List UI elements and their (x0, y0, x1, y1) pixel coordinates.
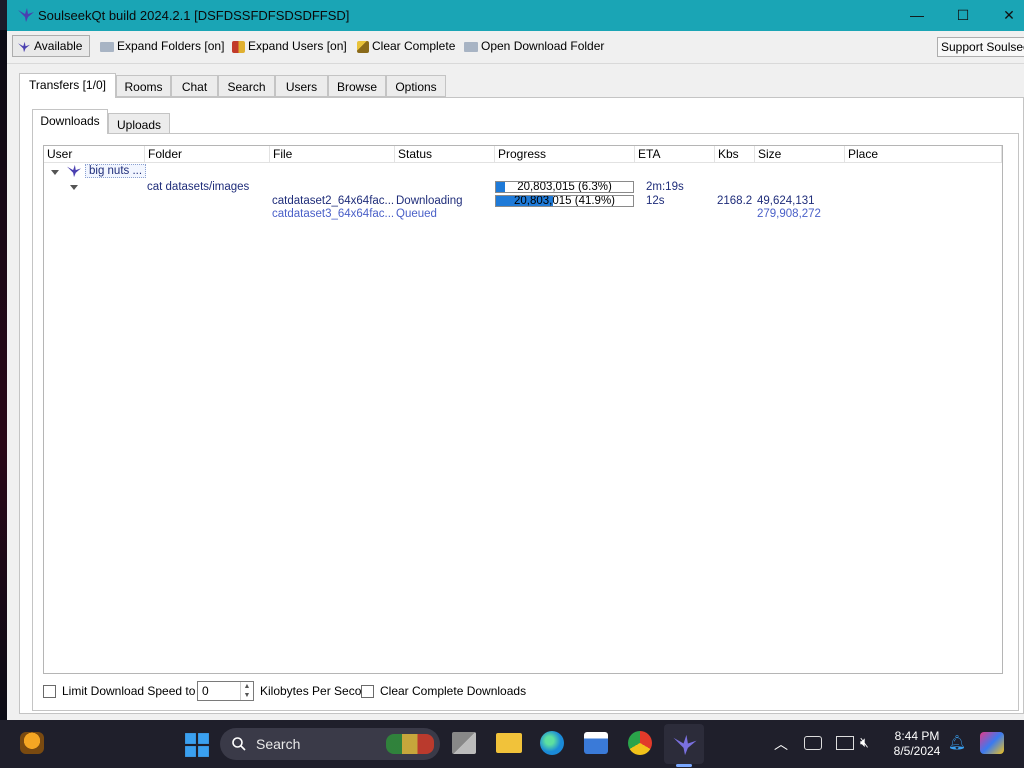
tab-uploads[interactable]: Uploads (108, 113, 170, 135)
soulseek-window: SoulseekQt build 2024.2.1 [DSFDSSFDFSDSD… (7, 0, 1024, 720)
task-view-icon[interactable] (452, 732, 476, 754)
expand-folders-button[interactable]: Expand Folders [on] (100, 36, 224, 57)
folder-icon (464, 41, 478, 52)
expand-users-label: Expand Users [on] (248, 39, 347, 53)
volume-muted-icon[interactable]: 🔇︎ (860, 734, 869, 751)
file-name[interactable]: catdataset2_64x64fac... (272, 195, 394, 207)
users-icon (232, 40, 245, 53)
download-speed-value: 0 (202, 684, 209, 698)
column-header-status[interactable]: Status (395, 146, 495, 162)
chrome-browser-icon[interactable] (628, 731, 652, 755)
soulseek-user-icon (67, 164, 81, 178)
file-progress-bar: 20,803,015 (41.9%) (495, 195, 634, 207)
available-label: Available (34, 39, 83, 53)
toolbar: Available Expand Folders [on] Expand Use… (7, 31, 1024, 64)
broom-icon (357, 40, 369, 53)
clear-complete-label: Clear Complete (372, 39, 456, 53)
open-download-folder-label: Open Download Folder (481, 39, 605, 53)
file-status: Queued (396, 208, 437, 220)
folder-icon (100, 41, 114, 52)
kilobytes-per-second-label: Kilobytes Per Second (260, 684, 375, 698)
chevron-up-icon[interactable]: ︿ (774, 734, 788, 754)
tab-users[interactable]: Users (275, 75, 328, 97)
expand-folder-chevron-icon[interactable] (70, 185, 78, 190)
file-status: Downloading (396, 195, 463, 207)
tab-transfers[interactable]: Transfers [1/0] (19, 73, 116, 98)
soulseek-bird-icon (18, 41, 30, 53)
search-icon (232, 737, 246, 751)
tab-rooms[interactable]: Rooms (116, 75, 171, 97)
window-title: SoulseekQt build 2024.2.1 [DSFDSSFDFSDSD… (38, 8, 350, 23)
tab-chat[interactable]: Chat (171, 75, 218, 97)
clock-time: 8:44 PM (894, 729, 940, 743)
taskbar-clock[interactable]: 8:44 PM 8/5/2024 (886, 729, 948, 759)
available-status-button[interactable]: Available (12, 35, 90, 57)
expand-users-button[interactable]: Expand Users [on] (232, 36, 347, 57)
column-headers: User Folder File Status Progress ETA Kbs… (44, 146, 1002, 163)
column-header-user[interactable]: User (44, 146, 145, 162)
soulseek-bird-icon (18, 8, 34, 22)
notification-bell-icon[interactable]: 🔔︎ (948, 734, 966, 751)
taskbar-search-box[interactable]: Search (220, 728, 440, 760)
clear-complete-downloads-checkbox[interactable]: Clear Complete Downloads (361, 681, 526, 701)
widgets-icon[interactable] (20, 732, 44, 754)
column-header-folder[interactable]: Folder (145, 146, 270, 162)
tab-downloads[interactable]: Downloads (32, 109, 108, 134)
support-soulseek-button[interactable]: Support Soulseek (937, 37, 1024, 57)
limit-download-speed-checkbox[interactable]: Limit Download Speed to (43, 681, 195, 701)
download-speed-spinbox[interactable]: 0 ▲ ▼ (197, 681, 254, 701)
tab-search[interactable]: Search (218, 75, 275, 97)
search-label: Search (256, 736, 301, 752)
minimize-button[interactable]: — (894, 0, 940, 31)
limit-download-speed-label: Limit Download Speed to (62, 684, 196, 698)
file-kbs: 2168.2 (717, 195, 753, 207)
column-header-eta[interactable]: ETA (635, 146, 715, 162)
tab-browse[interactable]: Browse (328, 75, 386, 97)
column-header-kbs[interactable]: Kbs (715, 146, 755, 162)
network-icon[interactable] (804, 736, 822, 750)
folder-progress-bar: 20,803,015 (6.3%) (495, 181, 634, 193)
soulseek-taskbar-icon[interactable] (672, 732, 698, 758)
search-highlight-icon (386, 734, 434, 754)
transfer-folder[interactable]: cat datasets/images (147, 181, 249, 193)
open-download-folder-button[interactable]: Open Download Folder (464, 36, 604, 57)
column-header-size[interactable]: Size (755, 146, 845, 162)
folder-eta: 2m:19s (646, 181, 684, 193)
taskbar: Search ︿ 🔇︎ 8:44 PM 8/5/2024 🔔︎ (0, 720, 1024, 768)
transfer-user[interactable]: big nuts ... (85, 164, 147, 178)
checkbox-box[interactable] (43, 685, 56, 699)
maximize-button[interactable]: ☐ (940, 0, 986, 31)
expand-user-chevron-icon[interactable] (51, 170, 59, 175)
column-header-place[interactable]: Place (845, 146, 1002, 162)
clock-date: 8/5/2024 (893, 744, 941, 758)
expand-folders-label: Expand Folders [on] (117, 39, 225, 53)
active-app-indicator (676, 764, 692, 767)
folder-progress-text: 20,803,015 (6.3%) (517, 181, 612, 193)
file-size: 279,908,272 (757, 208, 821, 220)
tab-options[interactable]: Options (386, 75, 446, 97)
file-progress-text: 20,803,015 (41.9%) (513, 195, 616, 207)
windows-start-icon[interactable] (184, 732, 210, 758)
clear-complete-downloads-label: Clear Complete Downloads (380, 684, 527, 698)
file-explorer-icon[interactable] (496, 733, 522, 753)
checkbox-box[interactable] (361, 685, 374, 699)
title-bar[interactable]: SoulseekQt build 2024.2.1 [DSFDSSFDFSDSD… (7, 0, 1024, 31)
clear-complete-button[interactable]: Clear Complete (357, 36, 455, 57)
microsoft-store-icon[interactable] (584, 732, 608, 754)
copilot-icon[interactable] (980, 732, 1004, 754)
close-button[interactable]: ✕ (986, 0, 1024, 31)
column-header-file[interactable]: File (270, 146, 395, 162)
display-icon[interactable] (836, 736, 854, 750)
file-size: 49,624,131 (757, 195, 815, 207)
edge-browser-icon[interactable] (540, 731, 564, 755)
file-eta: 12s (646, 195, 665, 207)
column-header-progress[interactable]: Progress (495, 146, 635, 162)
spin-arrows-icon[interactable]: ▲ ▼ (240, 682, 253, 700)
file-name[interactable]: catdataset3_64x64fac... (272, 208, 394, 220)
downloads-tree[interactable]: User Folder File Status Progress ETA Kbs… (43, 145, 1003, 674)
